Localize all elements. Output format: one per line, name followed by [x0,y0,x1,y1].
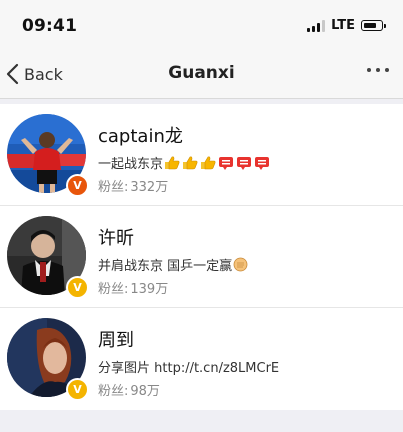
network-label: LTE [331,18,355,33]
user-description: 一起战东京 [98,153,270,172]
fans-label: 粉丝: [98,180,129,195]
more-options-button[interactable] [367,68,389,72]
fans-count: 粉丝: 332万 [98,176,168,195]
thumbs-up-emoji-icon [201,155,216,169]
battery-icon [361,20,386,31]
vip-badge: V [66,378,89,401]
user-description: 分享图片 http://t.cn/z8LMCrE [98,357,279,376]
fist-emoji-icon [233,257,248,272]
status-bar: 09:41 LTE [0,0,403,50]
fans-value: 332万 [130,180,169,195]
fans-label: 粉丝: [98,282,129,297]
user-row-zhoudao[interactable]: V 周到 分享图片 http://t.cn/z8LMCrE 粉丝: 98万 [0,308,403,410]
emoji-row [233,257,248,272]
thumbs-up-emoji-icon [165,155,180,169]
user-description-text: 并肩战东京 国乒一定赢 [98,259,233,274]
fans-count: 粉丝: 139万 [98,278,168,297]
user-name: 许昕 [98,228,134,249]
nav-bar: Back Guanxi [0,50,403,99]
emoji-row [164,155,270,170]
user-description-text: 分享图片 http://t.cn/z8LMCrE [98,361,280,376]
fans-value: 139万 [130,282,169,297]
more-dot [376,68,380,72]
fans-label: 粉丝: [98,384,129,399]
cheer-emoji-icon [255,156,270,170]
user-description-text: 一起战东京 [98,157,164,172]
more-dot [385,68,389,72]
fans-value: 98万 [130,384,160,399]
vip-badge: V [66,174,89,197]
cheer-emoji-icon [219,156,234,170]
user-name: captain龙 [98,126,183,147]
user-row-xuxin[interactable]: V 许昕 并肩战东京 国乒一定赢 粉丝: 139万 [0,206,403,308]
status-time: 09:41 [22,16,78,36]
signal-icon [307,19,326,32]
user-description: 并肩战东京 国乒一定赢 [98,255,248,274]
vip-badge: V [66,276,89,299]
page-title: Guanxi [168,63,235,83]
thumbs-up-emoji-icon [183,155,198,169]
user-name: 周到 [98,330,134,351]
fans-count: 粉丝: 98万 [98,380,160,399]
cheer-emoji-icon [237,156,252,170]
more-dot [367,68,371,72]
user-row-captain[interactable]: V captain龙 一起战东京 粉丝: 332万 [0,104,403,206]
user-list: V captain龙 一起战东京 粉丝: 332万 V 许昕 并肩战东京 国乒一… [0,104,403,410]
status-indicators: LTE [307,18,386,33]
